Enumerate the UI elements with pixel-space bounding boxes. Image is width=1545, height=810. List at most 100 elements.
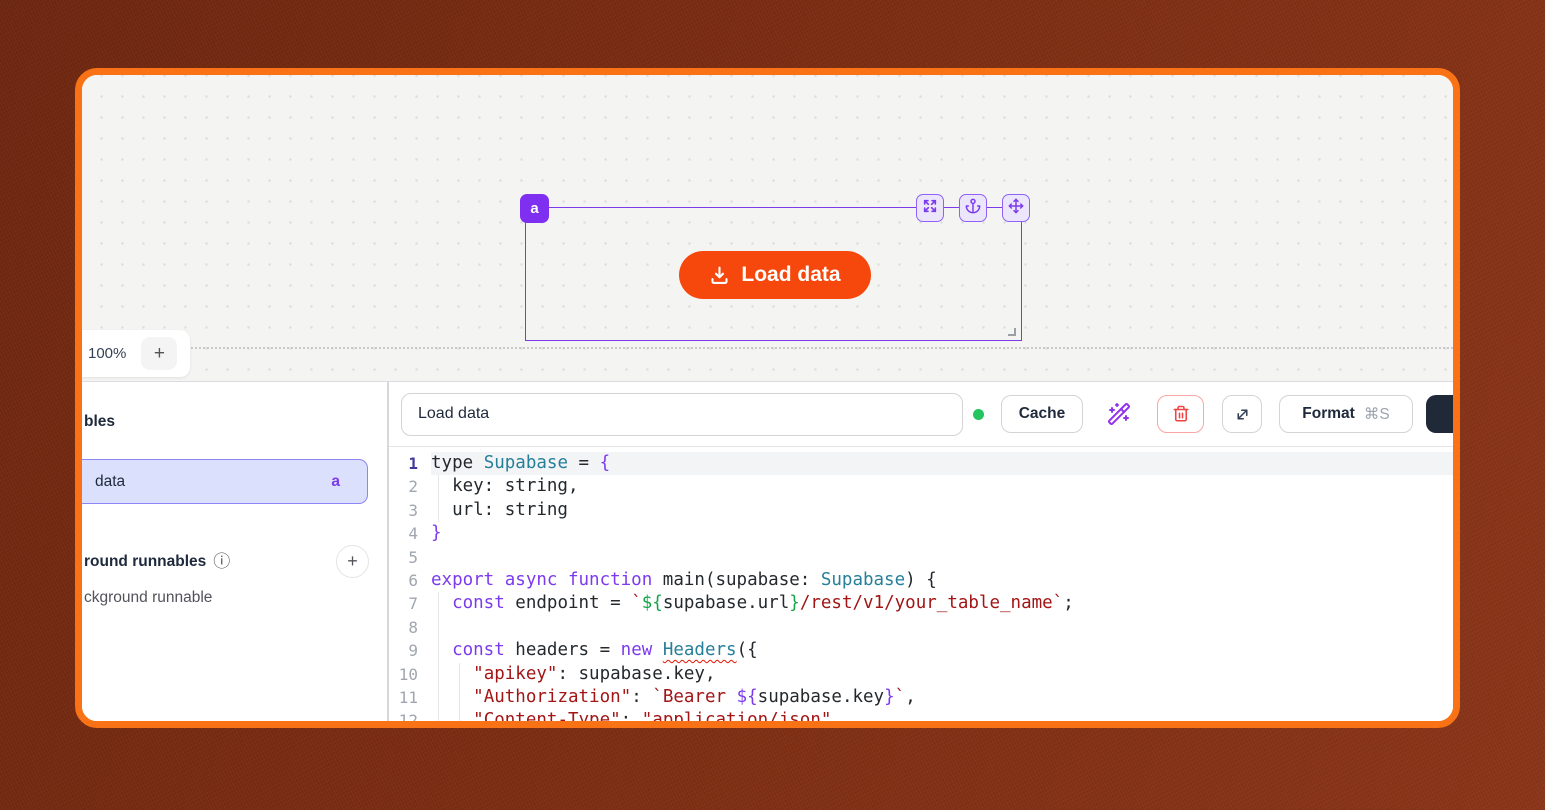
- plus-icon: +: [347, 551, 358, 572]
- code-token: }: [431, 523, 442, 543]
- code-line-content[interactable]: "Authorization": `Bearer ${supabase.key}…: [431, 686, 1453, 709]
- load-data-button-label: Load data: [741, 263, 840, 287]
- code-token: ${: [642, 593, 663, 613]
- load-data-button[interactable]: Load data: [679, 251, 871, 299]
- selected-component-outline[interactable]: a: [525, 207, 1022, 341]
- runnables-section-header: bles: [84, 413, 115, 431]
- anchor-icon: [965, 198, 981, 219]
- code-token: {: [600, 453, 611, 473]
- zoom-control: 100% +: [82, 330, 190, 377]
- canvas-page-boundary: [82, 347, 1453, 349]
- code-editor-panel: Cache: [389, 382, 1453, 728]
- code-token: const: [452, 640, 505, 660]
- code-line-content[interactable]: "apikey": supabase.key,: [431, 663, 1453, 686]
- line-number: 3: [389, 499, 431, 522]
- code-line[interactable]: 11 "Authorization": `Bearer ${supabase.k…: [389, 686, 1453, 709]
- code-line-content[interactable]: const headers = new Headers({: [431, 639, 1453, 662]
- line-number: 12: [389, 709, 431, 728]
- code-token: export async function: [431, 570, 652, 590]
- component-resize-handle[interactable]: [1008, 328, 1016, 336]
- line-number: 10: [389, 663, 431, 686]
- code-token: }: [789, 593, 800, 613]
- code-lines[interactable]: 1type Supabase = {2 key: string,3 url: s…: [389, 447, 1453, 728]
- run-button[interactable]: Run: [1426, 395, 1453, 433]
- indent-guide: [459, 686, 460, 709]
- code-line[interactable]: 5: [389, 546, 1453, 569]
- code-token: Headers: [663, 640, 737, 660]
- sidebar-item-badge: a: [331, 473, 340, 491]
- download-icon: [709, 265, 730, 286]
- code-token: `: [631, 593, 642, 613]
- line-number: 4: [389, 522, 431, 545]
- code-line-content[interactable]: const endpoint = `${supabase.url}/rest/v…: [431, 592, 1453, 615]
- code-line-content[interactable]: "Content-Type": "application/json": [431, 709, 1453, 728]
- sidebar-item-load-data[interactable]: data a: [82, 459, 368, 504]
- indent-guide: [459, 709, 460, 728]
- code-line[interactable]: 6export async function main(supabase: Su…: [389, 569, 1453, 592]
- component-id-badge: a: [520, 194, 549, 223]
- code-token: ;: [1063, 593, 1074, 613]
- zoom-level: 100%: [88, 345, 126, 362]
- code-line[interactable]: 3 url: string: [389, 499, 1453, 522]
- indent-guide: [438, 709, 439, 728]
- ai-wand-button[interactable]: [1104, 399, 1134, 429]
- component-move-button[interactable]: [1002, 194, 1030, 222]
- code-line[interactable]: 9 const headers = new Headers({: [389, 639, 1453, 662]
- code-line[interactable]: 4}: [389, 522, 1453, 545]
- expand-editor-button[interactable]: [1222, 395, 1262, 433]
- line-number: 5: [389, 546, 431, 569]
- code-line-content[interactable]: url: string: [431, 499, 1453, 522]
- code-line[interactable]: 10 "apikey": supabase.key,: [389, 663, 1453, 686]
- code-token: Supabase: [484, 453, 568, 473]
- line-number: 6: [389, 569, 431, 592]
- indent-guide: [459, 663, 460, 686]
- sidebar-item-label: data: [95, 473, 125, 491]
- code-token: Supabase: [821, 570, 905, 590]
- plus-icon: +: [154, 344, 165, 363]
- background-runnables-empty-text: ckground runnable: [84, 589, 212, 607]
- code-line-content[interactable]: [431, 546, 1453, 569]
- line-number: 9: [389, 639, 431, 662]
- format-button[interactable]: Format ⌘S: [1279, 395, 1413, 433]
- code-token: key: string,: [431, 476, 579, 496]
- component-controls: [916, 194, 1030, 222]
- editor-toolbar: Cache: [389, 382, 1453, 447]
- component-expand-button[interactable]: [916, 194, 944, 222]
- code-token: type: [431, 453, 484, 473]
- line-number: 2: [389, 475, 431, 498]
- expand-icon: [1234, 406, 1251, 423]
- code-line[interactable]: 2 key: string,: [389, 475, 1453, 498]
- code-token: }: [884, 687, 895, 707]
- add-background-runnable-button[interactable]: +: [336, 545, 369, 578]
- delete-button[interactable]: [1157, 395, 1204, 433]
- code-token: ) {: [905, 570, 937, 590]
- code-token: [431, 593, 452, 613]
- code-token: `: [895, 687, 906, 707]
- info-icon[interactable]: ⓘ: [213, 553, 230, 570]
- code-line[interactable]: 1type Supabase = {: [389, 452, 1453, 475]
- status-dot: [973, 409, 984, 420]
- runnable-name-input[interactable]: [401, 393, 963, 436]
- code-token: endpoint =: [505, 593, 631, 613]
- code-line-content[interactable]: key: string,: [431, 475, 1453, 498]
- code-line-content[interactable]: type Supabase = {: [431, 452, 1453, 475]
- app-canvas[interactable]: a: [82, 75, 1453, 381]
- code-token: :: [621, 710, 642, 728]
- code-token: new: [621, 640, 653, 660]
- code-line[interactable]: 7 const endpoint = `${supabase.url}/rest…: [389, 592, 1453, 615]
- runnables-sidebar: bles data a round runnables ⓘ + ckground…: [82, 382, 387, 728]
- cache-button[interactable]: Cache: [1001, 395, 1083, 433]
- code-token: /rest/v1/your_table_name`: [800, 593, 1063, 613]
- code-token: supabase.key: [758, 687, 884, 707]
- code-line-content[interactable]: }: [431, 522, 1453, 545]
- zoom-in-button[interactable]: +: [141, 337, 177, 370]
- code-line[interactable]: 8: [389, 616, 1453, 639]
- code-line-content[interactable]: [431, 616, 1453, 639]
- code-token: "apikey": [473, 664, 557, 684]
- indent-guide: [438, 686, 439, 709]
- component-anchor-button[interactable]: [959, 194, 987, 222]
- code-token: "application/json": [642, 710, 832, 728]
- code-line-content[interactable]: export async function main(supabase: Sup…: [431, 569, 1453, 592]
- code-token: =: [568, 453, 600, 473]
- code-line[interactable]: 12 "Content-Type": "application/json": [389, 709, 1453, 728]
